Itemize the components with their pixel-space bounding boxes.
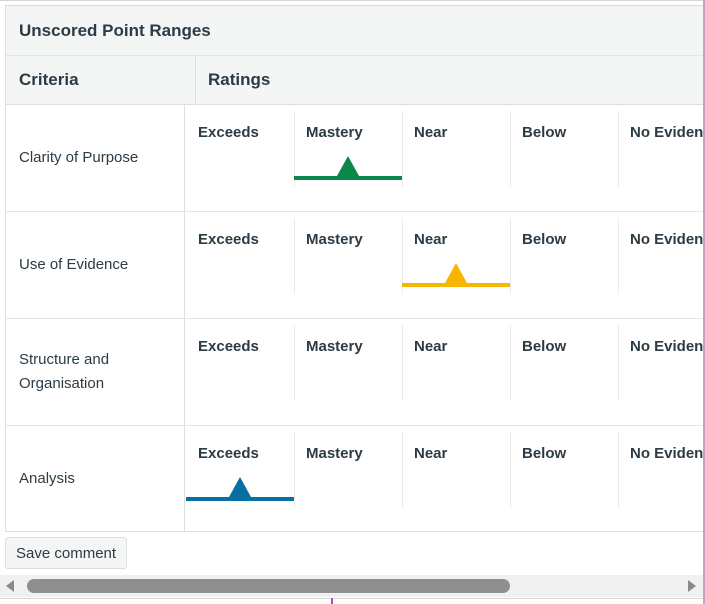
rating-label: No Evidence — [630, 124, 705, 141]
rating-label: Below — [522, 338, 567, 355]
rating-label: Near — [414, 445, 448, 462]
rubric-row: Use of Evidence Exceeds Mastery Near Below No… — [6, 212, 705, 319]
rating-option[interactable]: No Evidence — [618, 432, 705, 531]
rating-label: No Evidence — [630, 445, 705, 462]
rating-label: Below — [522, 124, 567, 141]
rubric-header-row: Criteria Ratings — [6, 56, 705, 105]
ratings-header: Ratings — [208, 70, 271, 89]
triangle-up-icon — [337, 156, 359, 176]
rating-option[interactable]: Below — [510, 111, 618, 211]
rating-label: Near — [414, 124, 448, 141]
rating-label: Exceeds — [198, 231, 259, 248]
arrow-left-icon[interactable] — [6, 580, 14, 592]
criterion-text: Use of Evidence — [19, 256, 129, 273]
scrollbar-thumb[interactable] — [27, 579, 510, 593]
top-border — [0, 0, 705, 1]
rating-option[interactable]: Below — [510, 432, 618, 531]
focus-marker — [331, 598, 333, 604]
bottom-border — [0, 598, 705, 599]
rating-label: Below — [522, 445, 567, 462]
rating-option[interactable]: Mastery — [294, 325, 402, 425]
triangle-up-icon — [445, 263, 467, 283]
criterion-text: Structure and Organisation — [19, 351, 110, 392]
rating-option[interactable]: Exceeds — [186, 218, 294, 318]
rating-option[interactable]: Near — [402, 325, 510, 425]
rating-label: Mastery — [306, 231, 363, 248]
ratings-group: Exceeds Mastery Near Below No Evidence — [185, 319, 705, 425]
rubric-row: Structure and Organisation Exceeds Mastery… — [6, 319, 705, 426]
rating-label: Mastery — [306, 124, 363, 141]
rating-option[interactable]: No Evidence — [618, 111, 705, 211]
rating-option[interactable]: Near — [402, 111, 510, 211]
rating-option[interactable]: Exceeds — [186, 111, 294, 211]
rating-label: No Evidence — [630, 231, 705, 248]
rating-option[interactable]: Exceeds — [186, 432, 294, 531]
rating-label: Near — [414, 338, 448, 355]
rubric-row: Clarity of Purpose Exceeds Mastery Near Belo… — [6, 105, 705, 212]
arrow-right-icon[interactable] — [688, 580, 696, 592]
rating-option[interactable]: Exceeds — [186, 325, 294, 425]
save-comment-button[interactable]: Save comment — [5, 537, 128, 569]
triangle-up-icon — [229, 477, 251, 497]
criterion-label: Use of Evidence — [6, 212, 185, 318]
rating-option[interactable]: Below — [510, 218, 618, 318]
rating-label: Exceeds — [198, 124, 259, 141]
selected-rating-marker — [186, 477, 294, 501]
criteria-header: Criteria — [6, 56, 196, 104]
rating-label: Near — [414, 231, 448, 248]
rubric-row: Analysis Exceeds Mastery Near Below No Eviden… — [6, 426, 705, 531]
criterion-text: Analysis — [19, 469, 75, 487]
criterion-label: Structure and Organisation — [6, 319, 185, 425]
rating-option[interactable]: Mastery — [294, 218, 402, 318]
rating-option[interactable]: Near — [402, 432, 510, 531]
selected-rating-marker — [402, 263, 510, 287]
ratings-group: Exceeds Mastery Near Below No Evidence — [185, 212, 705, 318]
rating-label: Below — [522, 231, 567, 248]
rating-label: Mastery — [306, 445, 363, 462]
rating-label: No Evidence — [630, 338, 705, 355]
rating-label: Exceeds — [198, 338, 259, 355]
criterion-label: Clarity of Purpose — [6, 105, 185, 211]
rating-option[interactable]: Mastery — [294, 111, 402, 211]
rubric-body: Clarity of Purpose Exceeds Mastery Near Belo… — [6, 105, 705, 531]
criterion-label: Analysis — [6, 426, 185, 531]
selected-rating-marker — [294, 156, 402, 180]
rating-option[interactable]: Below — [510, 325, 618, 425]
rubric-table: Unscored Point Ranges Criteria Ratings C… — [5, 5, 705, 532]
criterion-text: Clarity of Purpose — [19, 149, 139, 166]
rating-label: Exceeds — [198, 445, 259, 462]
ratings-group: Exceeds Mastery Near Below No Evidence — [185, 105, 705, 211]
rating-option[interactable]: Mastery — [294, 432, 402, 531]
rating-option[interactable]: No Evidence — [618, 218, 705, 318]
rubric-title: Unscored Point Ranges — [6, 6, 705, 56]
rubric-title-text: Unscored Point Ranges — [19, 20, 211, 40]
rating-option[interactable]: No Evidence — [618, 325, 705, 425]
horizontal-scrollbar[interactable] — [0, 575, 703, 597]
rating-option[interactable]: Near — [402, 218, 510, 318]
ratings-group: Exceeds Mastery Near Below No Evidence — [185, 426, 705, 531]
rating-label: Mastery — [306, 338, 363, 355]
